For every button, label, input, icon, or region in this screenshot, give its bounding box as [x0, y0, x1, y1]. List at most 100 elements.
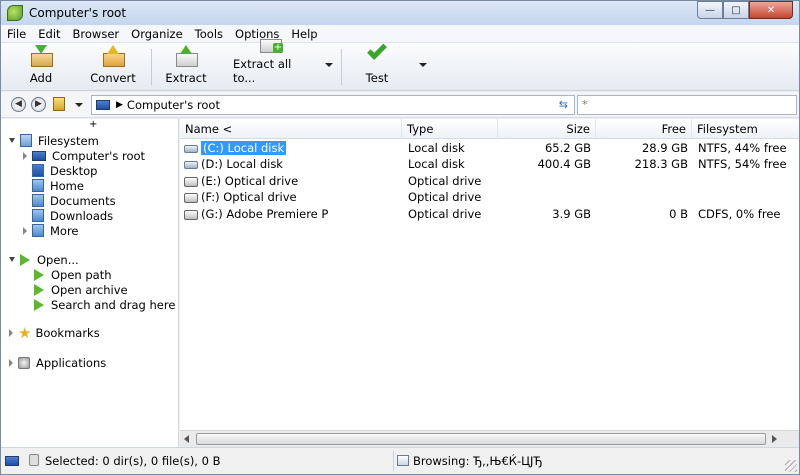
column-name[interactable]: Name <	[180, 119, 402, 139]
tree-item-home[interactable]: Home	[32, 178, 84, 193]
tree-label: Filesystem	[38, 133, 99, 148]
tree-label: Open path	[51, 267, 112, 282]
convert-label: Convert	[90, 71, 136, 85]
tree-item-filesystem[interactable]: Filesystem	[9, 133, 99, 148]
optical-drive-icon	[184, 176, 198, 187]
file-free	[596, 189, 688, 205]
column-header: Name < Type Size Free Filesystem	[180, 119, 799, 139]
test-dropdown-arrow-icon[interactable]	[419, 63, 427, 67]
scroll-right-icon[interactable]	[772, 435, 777, 443]
file-type: Optical drive	[408, 207, 482, 221]
tree-item-documents[interactable]: Documents	[32, 193, 116, 208]
up-folder-icon[interactable]	[53, 97, 65, 111]
tree-item-open[interactable]: Open...	[9, 252, 79, 267]
back-icon[interactable]: ◀	[11, 97, 26, 112]
open-icon	[20, 253, 30, 266]
extract-button[interactable]: Extract	[161, 45, 211, 89]
menu-file[interactable]: File	[1, 27, 32, 41]
toolbar-separator-2	[341, 49, 342, 85]
maximize-button[interactable]: □	[723, 1, 749, 19]
file-name: (E:) Optical drive	[201, 174, 299, 188]
tree-label: Bookmarks	[35, 325, 100, 340]
tree-item-computers-root[interactable]: Computer's root	[23, 148, 145, 163]
address-field[interactable]: ▶ Computer's root ⇆	[91, 95, 575, 115]
panel-splitter-icon[interactable]: +	[89, 119, 97, 130]
file-size	[498, 173, 591, 189]
extract-all-button[interactable]: + Extract all to...	[233, 39, 307, 89]
tree-label: Open archive	[51, 282, 128, 297]
window-controls: — □ ✕	[697, 1, 793, 20]
tree-label: Open...	[37, 252, 79, 267]
browsing-status: Browsing: Ђ,,Њ€Ќ-ЦЈЂ	[413, 454, 543, 468]
file-type: Local disk	[408, 141, 465, 155]
expand-arrow-icon[interactable]	[23, 151, 27, 160]
menu-edit[interactable]: Edit	[32, 27, 66, 41]
computer-icon	[96, 100, 110, 110]
app-window: Computer's root — □ ✕ File Edit Browser …	[0, 0, 800, 475]
tree-label: Downloads	[50, 208, 114, 223]
collapse-arrow-icon[interactable]	[9, 257, 15, 262]
tree-item-search-drag[interactable]: Search and drag here	[34, 297, 175, 312]
minimize-button[interactable]: —	[697, 1, 723, 19]
app-logo-icon	[7, 5, 23, 21]
add-button[interactable]: Add	[15, 45, 67, 89]
file-name: (D:) Local disk	[201, 157, 283, 171]
scrollbar-thumb[interactable]	[196, 433, 766, 445]
file-filesystem: CDFS, 0% free	[698, 207, 781, 221]
menu-tools[interactable]: Tools	[189, 27, 229, 41]
extract-dropdown-arrow-icon[interactable]	[325, 63, 333, 67]
file-name: (C:) Local disk	[201, 141, 287, 155]
tree-item-more[interactable]: More	[23, 223, 79, 238]
column-size[interactable]: Size	[498, 119, 596, 139]
optical-drive-icon	[184, 192, 198, 203]
table-row[interactable]: (C:) Local disk Local disk 65.2 GB 28.9 …	[180, 140, 799, 156]
expand-arrow-icon[interactable]	[9, 358, 13, 367]
table-row[interactable]: (G:) Adobe Premiere P Optical drive 3.9 …	[180, 206, 799, 222]
tree-label: Documents	[50, 193, 116, 208]
file-size: 65.2 GB	[544, 141, 591, 155]
tree-item-open-archive[interactable]: Open archive	[34, 282, 128, 297]
folder-icon	[32, 194, 44, 207]
test-button[interactable]: Test	[357, 40, 397, 89]
file-free: 218.3 GB	[634, 157, 688, 171]
table-row[interactable]: (D:) Local disk Local disk 400.4 GB 218.…	[180, 156, 799, 172]
column-type[interactable]: Type	[402, 119, 498, 139]
tree-item-downloads[interactable]: Downloads	[32, 208, 113, 223]
resize-grip-icon[interactable]	[785, 460, 797, 472]
tree-item-open-path[interactable]: Open path	[34, 267, 112, 282]
file-filesystem: NTFS, 44% free	[698, 141, 787, 155]
file-size: 3.9 GB	[552, 207, 591, 221]
convert-button[interactable]: Convert	[85, 45, 141, 89]
tree-label: Home	[50, 178, 84, 193]
collapse-arrow-icon[interactable]	[9, 138, 15, 143]
column-free[interactable]: Free	[596, 119, 692, 139]
menu-help[interactable]: Help	[285, 27, 323, 41]
expand-arrow-icon[interactable]	[9, 328, 13, 337]
convert-icon	[100, 45, 126, 67]
extract-icon	[173, 45, 199, 67]
column-filesystem[interactable]: Filesystem	[692, 119, 799, 139]
applications-icon	[18, 356, 30, 369]
close-button[interactable]: ✕	[749, 1, 793, 19]
forward-icon[interactable]: ▶	[31, 97, 46, 112]
optical-drive-icon	[184, 209, 198, 220]
menu-browser[interactable]: Browser	[67, 27, 126, 41]
tree-item-applications[interactable]: Applications	[9, 355, 106, 370]
history-dropdown-icon[interactable]	[75, 103, 83, 107]
table-row[interactable]: (E:) Optical drive Optical drive	[180, 173, 799, 189]
tree-item-desktop[interactable]: Desktop	[32, 163, 97, 178]
extract-label: Extract	[165, 71, 207, 85]
status-bar: Selected: 0 dir(s), 0 file(s), 0 B Brows…	[1, 447, 799, 474]
open-archive-icon	[34, 283, 44, 296]
address-path: Computer's root	[126, 98, 220, 112]
table-row[interactable]: (F:) Optical drive Optical drive	[180, 189, 799, 205]
tree-item-bookmarks[interactable]: ★ Bookmarks	[9, 325, 100, 340]
menu-organize[interactable]: Organize	[125, 27, 189, 41]
file-type: Optical drive	[408, 174, 482, 188]
horizontal-scrollbar[interactable]	[180, 430, 799, 447]
expand-arrow-icon[interactable]	[23, 226, 27, 235]
refresh-icon[interactable]: ⇆	[559, 98, 568, 111]
search-input[interactable]: *	[577, 95, 797, 115]
file-name: (F:) Optical drive	[201, 190, 297, 204]
scroll-left-icon[interactable]	[184, 435, 189, 443]
